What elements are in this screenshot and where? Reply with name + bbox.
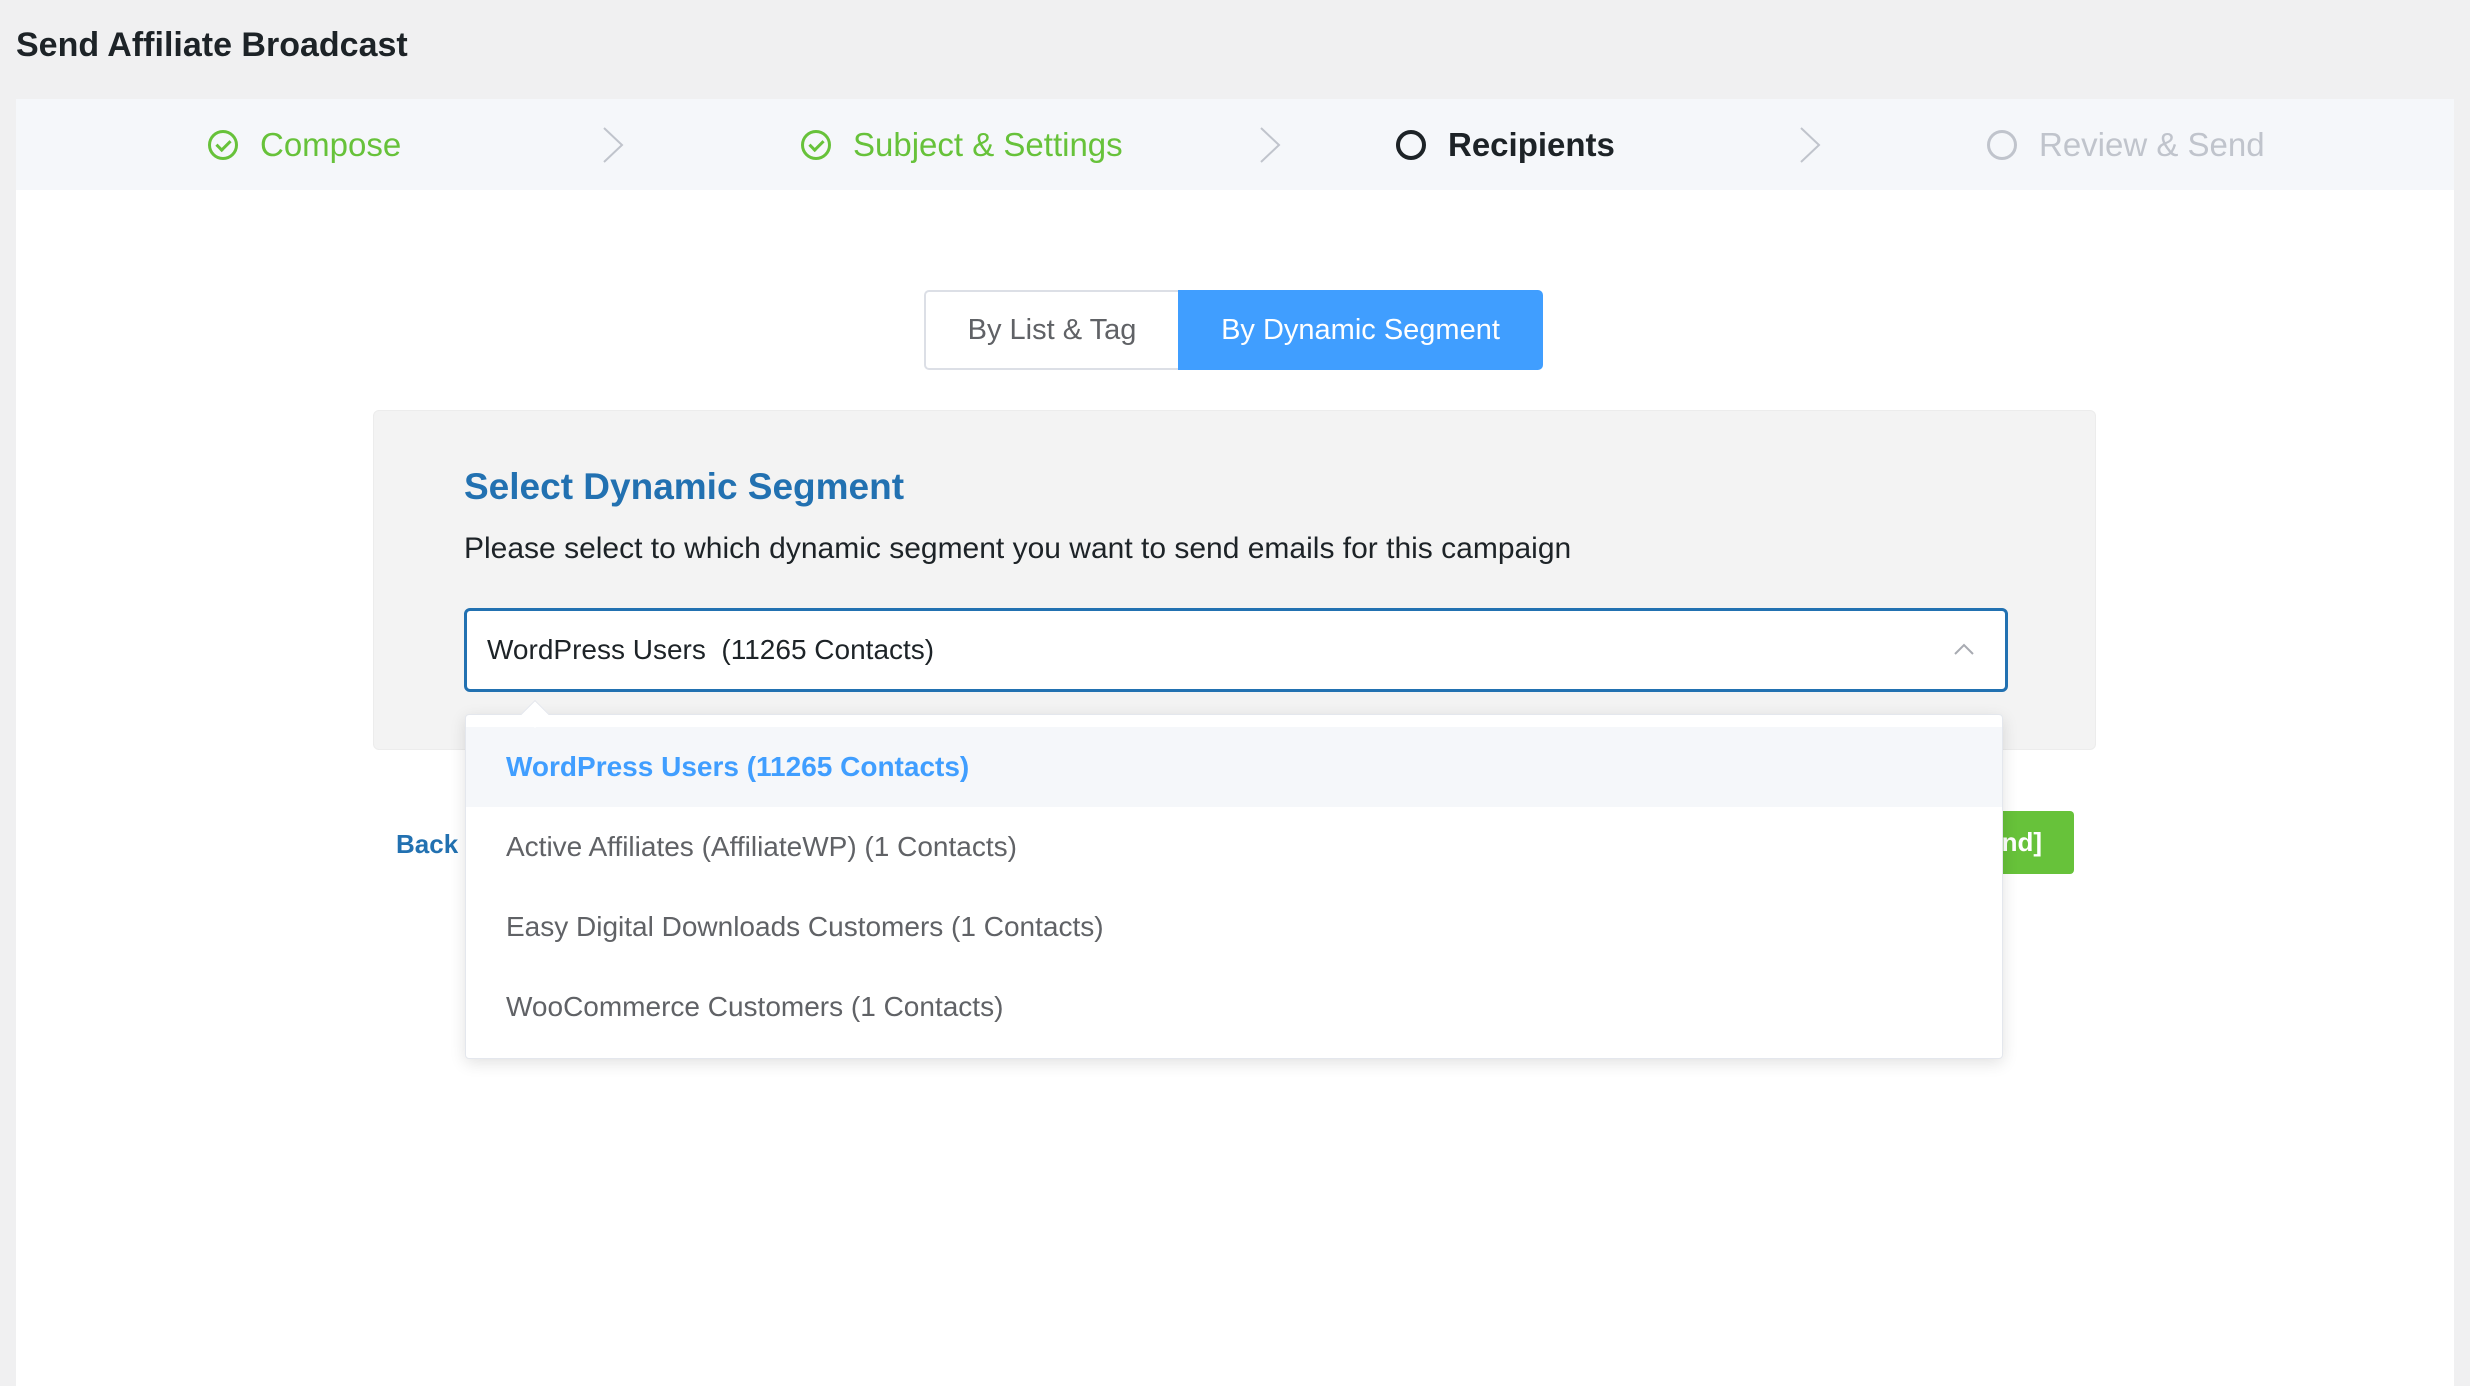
back-link[interactable]: Back — [396, 827, 458, 861]
segment-option[interactable]: WooCommerce Customers (1 Contacts) — [466, 967, 2002, 1047]
segment-select-value: WordPress Users (11265 Contacts) — [487, 634, 935, 665]
segment-panel-title: Select Dynamic Segment — [464, 466, 905, 507]
step-label: Recipients — [1448, 125, 1615, 163]
circle-icon — [1987, 129, 2017, 160]
chevron-right-icon — [603, 127, 624, 163]
step-label: Review & Send — [2039, 125, 2265, 163]
step-recipients[interactable]: Recipients — [1396, 99, 1615, 190]
step-label: Subject & Settings — [853, 125, 1123, 163]
page-title: Send Affiliate Broadcast — [16, 26, 408, 64]
steps-bar: Compose Subject & Settings Recipients Re… — [16, 99, 2454, 190]
segment-option[interactable]: WordPress Users (11265 Contacts) — [466, 727, 2002, 807]
step-compose[interactable]: Compose — [208, 99, 401, 190]
chevron-up-icon — [1954, 643, 1974, 655]
step-review-send[interactable]: Review & Send — [1987, 99, 2265, 190]
chevron-right-icon — [1800, 127, 1821, 163]
check-circle-icon — [801, 129, 831, 160]
tab-by-list-tag[interactable]: By List & Tag — [924, 290, 1178, 370]
segment-panel-description: Please select to which dynamic segment y… — [464, 532, 1572, 565]
segment-select[interactable]: WordPress Users (11265 Contacts) — [464, 608, 2008, 692]
segment-dropdown: WordPress Users (11265 Contacts) Active … — [465, 714, 2003, 1059]
segment-option[interactable]: Easy Digital Downloads Customers (1 Cont… — [466, 887, 2002, 967]
step-subject-settings[interactable]: Subject & Settings — [801, 99, 1123, 190]
segment-panel — [373, 410, 2096, 750]
recipient-mode-tabs: By List & Tag By Dynamic Segment — [924, 290, 1543, 370]
chevron-right-icon — [1260, 127, 1281, 163]
segment-option[interactable]: Active Affiliates (AffiliateWP) (1 Conta… — [466, 807, 2002, 887]
circle-icon — [1396, 129, 1426, 160]
step-label: Compose — [260, 125, 402, 163]
tab-by-dynamic-segment[interactable]: By Dynamic Segment — [1178, 290, 1543, 370]
check-circle-icon — [208, 129, 238, 160]
